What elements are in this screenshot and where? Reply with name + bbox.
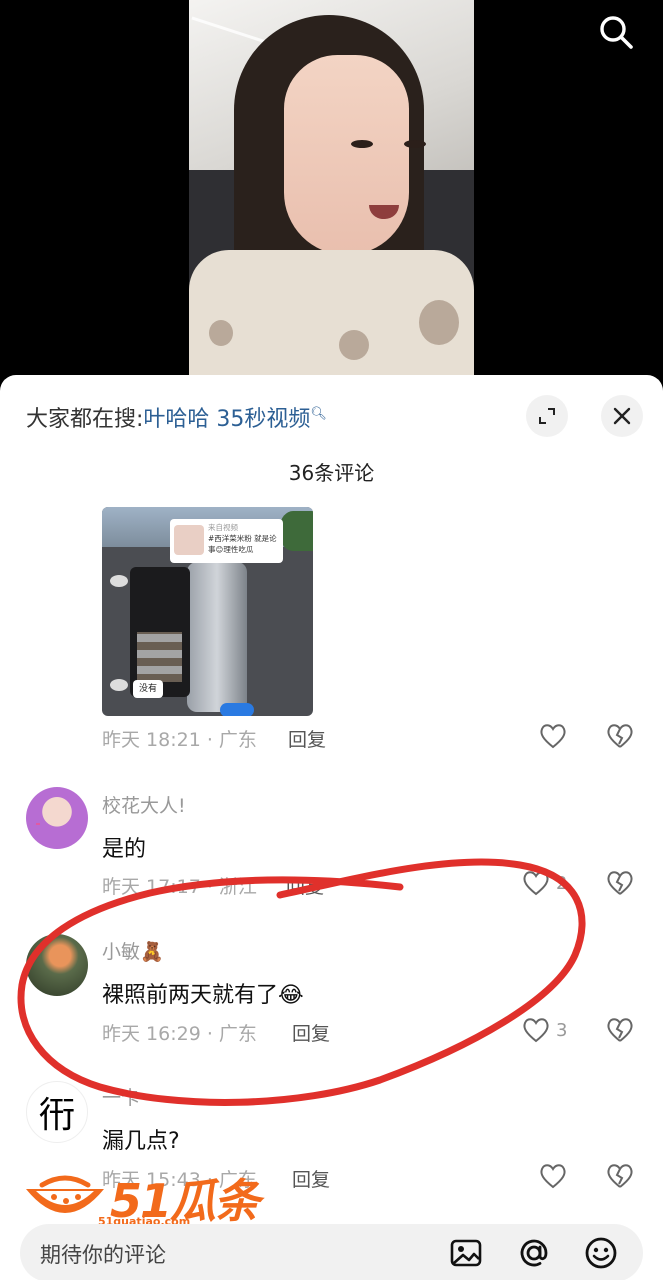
comment-image-bubble: 没有 [133,680,163,698]
search-small-icon: 🔍︎ [310,406,327,422]
comment-input-bar[interactable]: 期待你的评论 [20,1224,643,1280]
eye-icon [110,679,128,691]
comment-image-tree [280,511,313,551]
video-person-eye [404,140,426,148]
video-clothes-dot [419,300,459,345]
video-area[interactable] [0,0,663,375]
search-suggestion-prefix: 大家都在搜: [26,407,144,432]
like-count: 2 [556,872,568,894]
reply-button[interactable]: 回复 [292,1165,330,1192]
like-button[interactable]: 2 [522,870,567,896]
watermark-logo: 51瓜条 51guatiao.com [22,1163,262,1233]
comment-time-location: 昨天 18:21 · 广东 [102,729,257,751]
reply-button[interactable]: 回复 [286,872,324,899]
search-icon[interactable] [596,12,636,52]
emoji-icon[interactable] [583,1235,619,1271]
mention-icon[interactable] [516,1235,552,1271]
image-icon[interactable] [448,1235,484,1271]
broken-heart-icon[interactable] [606,1017,634,1043]
heart-icon [523,1018,549,1043]
avatar-glyph: 衎 [38,1095,75,1136]
comment-image[interactable]: 来自视频 #西洋菜米粉 就是论事😊理性吃瓜 没有 [102,507,313,716]
comment-image-mosaic [137,632,182,682]
heart-icon [540,1164,566,1189]
avatar[interactable]: 衎 [26,1081,88,1143]
reply-button[interactable]: 回复 [288,725,326,752]
comment-image-robot [187,562,247,712]
comment-count: 36条评论 [288,461,375,485]
avatar[interactable] [26,934,88,996]
like-button[interactable] [539,1163,567,1189]
broken-heart-icon[interactable] [606,870,634,896]
avatar[interactable] [26,787,88,849]
heart-icon [523,871,549,896]
broken-heart-icon[interactable] [606,723,634,749]
heart-icon [540,724,566,749]
video-clothes-dot [209,320,233,346]
close-button[interactable] [601,395,643,437]
comment-sheet: 大家都在搜:叶哈哈 35秒视频🔍︎ 36条评论 来自视频 #西洋菜米粉 就是论事… [0,375,663,1280]
comment-image-card-thumb [174,525,204,555]
watermark-watermelon-icon [26,1175,104,1213]
comment-username[interactable]: 校花大人! [102,791,186,818]
video-clothes-dot [339,330,369,360]
comment-image-play-badge [220,703,254,716]
like-count: 3 [556,1019,568,1041]
reply-button[interactable]: 回复 [292,1019,330,1046]
comment-time-location: 昨天 17:17 · 浙江 [102,876,257,898]
search-suggestion-keyword[interactable]: 叶哈哈 35秒视频 [143,407,310,432]
like-button[interactable]: 3 [522,1017,567,1043]
broken-heart-icon[interactable] [606,1163,634,1189]
comment-text: 裸照前两天就有了😂 [102,983,304,1008]
comment-text: 漏几点? [102,1129,180,1154]
comment-image-card-source: 来自视频 [208,523,238,532]
comment-username[interactable]: 一卡 [102,1083,140,1110]
like-button[interactable] [539,723,567,749]
video-person-face [284,55,409,255]
comment-text: 是的 [102,837,147,862]
comment-username[interactable]: 小敏🧸 [102,937,164,964]
avatar-overlay-text [36,823,40,825]
comment-image-video-card: 来自视频 #西洋菜米粉 就是论事😊理性吃瓜 [170,519,283,563]
eye-icon [110,575,128,587]
video-person-eye [351,140,373,148]
expand-button[interactable] [526,395,568,437]
close-icon [613,407,631,425]
comment-image-card-text: #西洋菜米粉 就是论事😊理性吃瓜 [208,534,277,554]
comment-input[interactable]: 期待你的评论 [40,1239,166,1269]
comment-time-location: 昨天 16:29 · 广东 [102,1023,257,1045]
search-suggestion[interactable]: 大家都在搜:叶哈哈 35秒视频🔍︎ [26,401,327,433]
expand-icon [539,408,555,424]
sheet-header: 大家都在搜:叶哈哈 35秒视频🔍︎ [0,375,663,455]
video-frame[interactable] [189,0,474,375]
